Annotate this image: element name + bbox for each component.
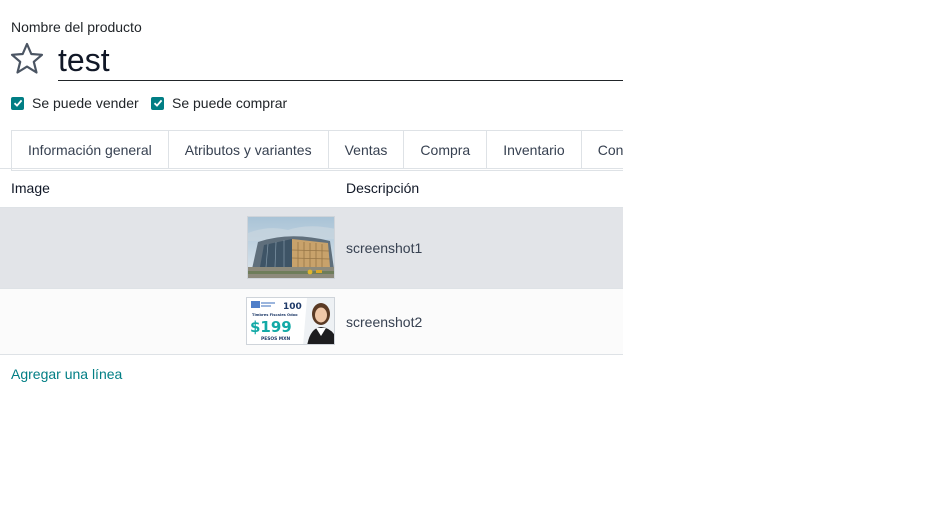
product-name-input[interactable] [58, 40, 623, 81]
add-line-link[interactable]: Agregar una línea [11, 366, 122, 382]
tab-general-information[interactable]: Información general [12, 131, 169, 169]
promo-count-text: 100 [283, 302, 302, 312]
tab-inventory[interactable]: Inventario [487, 131, 582, 169]
tabs-divider [0, 168, 623, 169]
can-be-purchased-label: Se puede comprar [172, 95, 288, 111]
column-header-image[interactable]: Image [11, 180, 50, 196]
row-description[interactable]: screenshot1 [346, 240, 422, 256]
can-be-purchased-option[interactable]: Se puede comprar [151, 95, 287, 111]
promo-price-text: $199 [250, 318, 292, 336]
product-name-label: Nombre del producto [11, 19, 142, 35]
tab-sales[interactable]: Ventas [329, 131, 405, 169]
promo-banner-thumbnail[interactable]: 100 Timbres Fiscales Odoo $199 PESOS MXN [246, 297, 335, 345]
row-description[interactable]: screenshot2 [346, 314, 422, 330]
notebook-tabs: Información general Atributos y variante… [11, 130, 623, 171]
star-icon[interactable] [10, 42, 44, 75]
promo-currency-text: PESOS MXN [261, 336, 291, 342]
table-row[interactable]: 100 Timbres Fiscales Odoo $199 PESOS MXN… [0, 289, 623, 355]
tab-attributes-variants[interactable]: Atributos y variantes [169, 131, 329, 169]
tab-accounting[interactable]: Cont [582, 131, 623, 169]
can-be-purchased-checkbox[interactable] [151, 96, 164, 110]
can-be-sold-label: Se puede vender [32, 95, 139, 111]
promo-subtitle-text: Timbres Fiscales Odoo [252, 313, 298, 317]
column-header-description[interactable]: Descripción [346, 180, 419, 196]
tab-purchase[interactable]: Compra [404, 131, 488, 169]
can-be-sold-checkbox[interactable] [11, 96, 24, 110]
can-be-sold-option[interactable]: Se puede vender [11, 95, 139, 111]
product-form: Nombre del producto Se puede vender Se p… [0, 0, 623, 507]
table-row[interactable]: screenshot1 [0, 207, 623, 289]
building-photo-thumbnail[interactable] [247, 216, 335, 279]
